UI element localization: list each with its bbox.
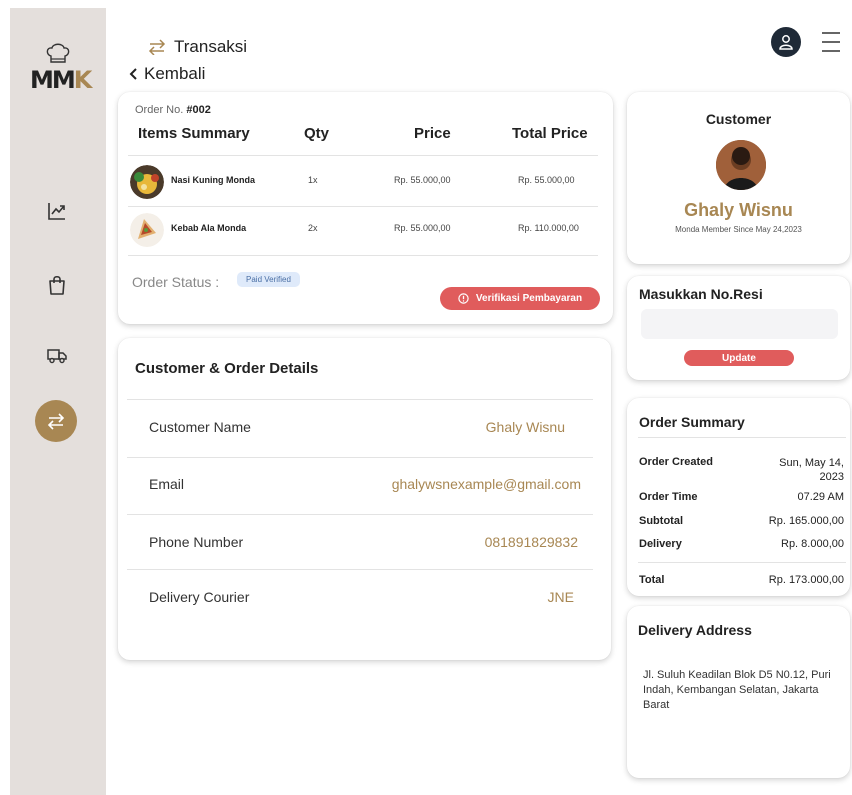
tracking-number-card: Masukkan No.Resi Update	[627, 276, 850, 380]
order-item-row: Nasi Kuning Monda 1x Rp. 55.000,00 Rp. 5…	[128, 160, 598, 204]
tracking-number-heading: Masukkan No.Resi	[639, 286, 763, 302]
delivery-address-heading: Delivery Address	[638, 622, 752, 638]
back-link[interactable]: Kembali	[128, 64, 205, 84]
detail-label: Email	[149, 476, 185, 492]
details-title: Customer & Order Details	[135, 360, 319, 377]
shopping-bag-icon[interactable]	[46, 274, 68, 296]
truck-icon[interactable]	[46, 344, 68, 366]
summary-value: Rp. 165.000,00	[768, 515, 844, 527]
sidebar-item-transaksi[interactable]	[35, 400, 77, 442]
order-summary-heading: Order Summary	[639, 414, 745, 430]
detail-value: 081891829832	[484, 534, 578, 550]
column-header-items: Items Summary	[138, 125, 250, 142]
detail-label: Delivery Courier	[149, 589, 250, 605]
kebab-image	[130, 213, 164, 247]
summary-label: Total	[639, 574, 665, 586]
nasi-kuning-image	[130, 165, 164, 199]
item-qty: 2x	[308, 223, 318, 233]
delivery-address-card: Delivery Address Jl. Suluh Keadilan Blok…	[627, 606, 850, 778]
user-icon	[779, 35, 793, 50]
divider	[128, 206, 598, 207]
divider	[638, 562, 846, 563]
item-total: Rp. 110.000,00	[518, 223, 579, 233]
order-number: Order No. #002	[135, 104, 211, 116]
detail-label: Customer Name	[149, 419, 251, 435]
customer-order-details-card: Customer & Order Details Customer Name G…	[118, 338, 611, 660]
summary-label: Subtotal	[639, 515, 683, 527]
user-account-button[interactable]	[771, 27, 801, 57]
column-header-qty: Qty	[304, 125, 330, 142]
divider	[127, 569, 593, 570]
customer-name: Ghaly Wisnu	[684, 200, 793, 220]
divider	[638, 437, 846, 438]
detail-value: JNE	[547, 589, 574, 605]
item-name: Nasi Kuning Monda	[171, 175, 255, 185]
chart-icon[interactable]	[46, 200, 68, 222]
customer-photo	[716, 140, 766, 190]
divider	[127, 457, 593, 458]
summary-row-created: Order Created Sun, May 14, 2023	[639, 456, 844, 484]
hamburger-menu-icon[interactable]	[820, 30, 842, 54]
summary-value: Rp. 173.000,00	[768, 574, 844, 586]
app-root: MMK Transaksi Kembali Order No. #002 Ite…	[0, 0, 852, 795]
transfer-arrows-icon	[47, 413, 65, 430]
customer-avatar	[716, 140, 766, 190]
summary-label: Order Time	[639, 491, 698, 503]
item-name: Kebab Ala Monda	[171, 223, 247, 233]
chef-hat-icon	[46, 43, 70, 63]
tracking-number-input[interactable]	[641, 309, 838, 339]
page-title-text: Transaksi	[174, 37, 248, 56]
items-summary-card: Order No. #002 Items Summary Qty Price T…	[118, 92, 613, 324]
logo-mark: MMK	[30, 66, 92, 94]
brand-logo[interactable]: MMK	[28, 40, 92, 102]
update-button[interactable]: Update	[684, 350, 794, 366]
summary-value: 07.29 AM	[797, 491, 844, 503]
column-header-total: Total Price	[512, 125, 588, 142]
transfer-arrows-icon	[148, 39, 166, 55]
summary-row-subtotal: Subtotal Rp. 165.000,00	[639, 515, 844, 529]
sidebar: MMK	[10, 8, 106, 795]
item-price: Rp. 55.000,00	[394, 175, 451, 185]
summary-label: Order Created	[639, 456, 713, 468]
order-status-badge: Paid Verified	[237, 272, 300, 287]
detail-label: Phone Number	[149, 534, 244, 550]
divider	[128, 155, 598, 156]
chevron-left-icon	[129, 68, 137, 80]
summary-row-delivery: Delivery Rp. 8.000,00	[639, 538, 844, 552]
customer-heading: Customer	[705, 111, 772, 127]
verify-payment-button[interactable]: Verifikasi Pembayaran	[440, 287, 600, 310]
order-status-label: Order Status :	[132, 274, 220, 290]
detail-value: ghalywsnexample@gmail.com	[391, 476, 581, 492]
divider	[128, 255, 598, 256]
verify-payment-label: Verifikasi Pembayaran	[475, 293, 583, 304]
summary-value: Sun, May 14, 2023	[779, 457, 844, 483]
item-qty: 1x	[308, 175, 318, 185]
divider	[127, 399, 593, 400]
order-summary-card: Order Summary Order Created Sun, May 14,…	[627, 398, 850, 596]
customer-card: Customer Ghaly Wisnu Monda Member Since …	[627, 92, 850, 264]
delivery-address-text: Jl. Suluh Keadilan Blok D5 N0.12, Puri I…	[643, 669, 831, 711]
item-price: Rp. 55.000,00	[394, 223, 451, 233]
member-since: Monda Member Since May 24,2023	[675, 225, 802, 234]
summary-value: Rp. 8.000,00	[781, 538, 844, 550]
alert-circle-icon	[458, 293, 469, 304]
summary-row-time: Order Time 07.29 AM	[639, 491, 844, 505]
column-header-price: Price	[414, 125, 451, 142]
order-item-row: Kebab Ala Monda 2x Rp. 55.000,00 Rp. 110…	[128, 208, 598, 252]
detail-value: Ghaly Wisnu	[485, 419, 565, 435]
page-title: Transaksi	[148, 37, 247, 57]
summary-row-total: Total Rp. 173.000,00	[639, 574, 844, 588]
summary-label: Delivery	[639, 538, 682, 550]
item-total: Rp. 55.000,00	[518, 175, 575, 185]
back-link-label: Kembali	[144, 64, 206, 83]
divider	[127, 514, 593, 515]
